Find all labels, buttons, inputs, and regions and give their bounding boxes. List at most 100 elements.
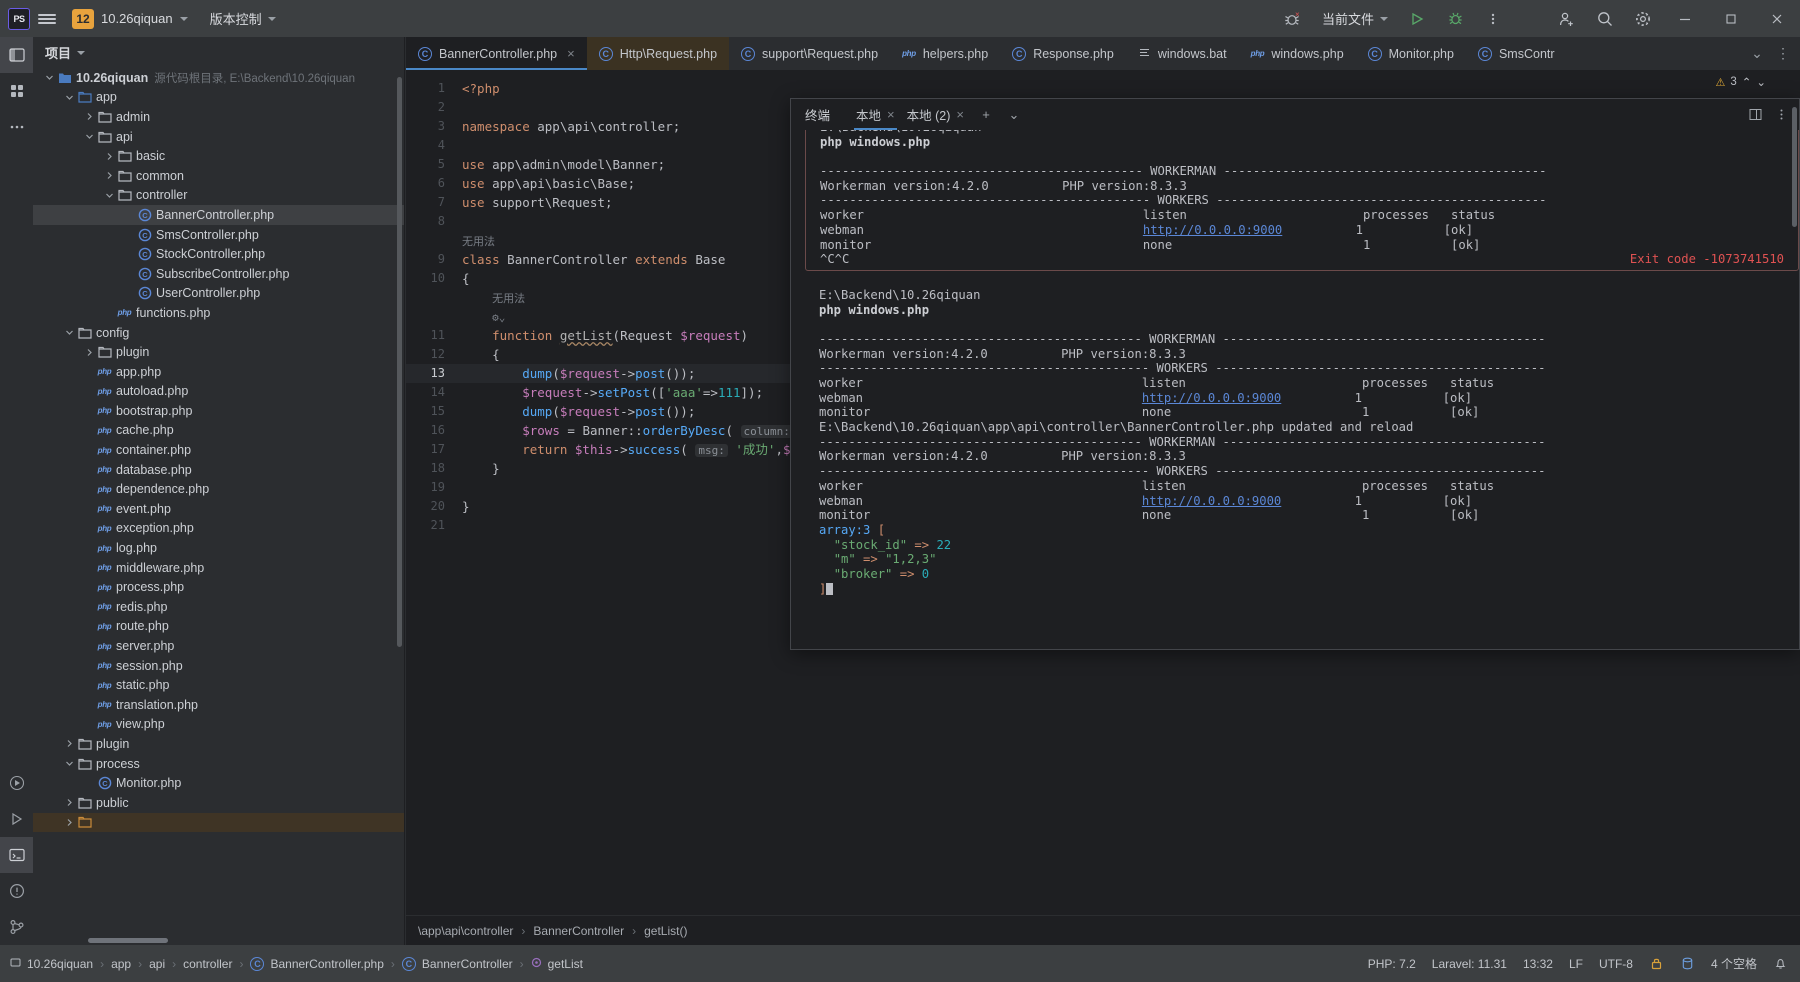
editor-tab-http-request-php[interactable]: C Http\Request.php [586, 37, 730, 70]
tree-item-database-php[interactable]: php database.php [33, 460, 404, 480]
tree-item-admin[interactable]: admin [33, 107, 404, 127]
indent-label[interactable]: 4 个空格 [1711, 955, 1757, 972]
minimize-icon[interactable] [1662, 0, 1708, 37]
terminal-output[interactable]: E:\Backend\10.26qiquanphp windows.php --… [791, 130, 1799, 649]
search-icon[interactable] [1586, 0, 1624, 37]
notification-icon[interactable] [1773, 956, 1788, 971]
chevron-right-icon[interactable] [103, 152, 116, 161]
chevron-down-icon[interactable]: ⌄ [1756, 75, 1766, 89]
read-only-icon[interactable] [1649, 956, 1664, 971]
terminal-scrollbar[interactable] [1792, 107, 1797, 227]
tree-item-server-php[interactable]: php server.php [33, 636, 404, 656]
gear-icon[interactable] [1624, 0, 1662, 37]
status-crumb-bannercontroller-php[interactable]: C BannerController.php [250, 956, 384, 971]
run-tool-icon[interactable] [0, 765, 33, 801]
terminal-link[interactable]: http://0.0.0.0:9000 [1143, 223, 1282, 237]
terminal-tool-icon[interactable] [0, 837, 33, 873]
tree-item-plugin[interactable]: plugin [33, 342, 404, 362]
terminal-tabs[interactable]: 本地 × 本地 (2) × [850, 99, 970, 130]
debug-icon[interactable] [1436, 0, 1474, 37]
terminal-link[interactable]: http://0.0.0.0:9000 [1142, 391, 1281, 405]
chevron-right-icon[interactable] [103, 171, 116, 180]
tree-item-api[interactable]: api [33, 127, 404, 147]
debug-tool-icon[interactable] [0, 801, 33, 837]
debug-error-icon[interactable]: × [1274, 0, 1312, 37]
status-crumb-app[interactable]: app [111, 957, 131, 971]
status-crumb-getlist[interactable]: getList [531, 957, 583, 971]
tree-item-process-php[interactable]: php process.php [33, 577, 404, 597]
tree-item-bootstrap-php[interactable]: php bootstrap.php [33, 401, 404, 421]
more-tools-icon[interactable] [0, 109, 33, 145]
tree-item-public[interactable]: public [33, 793, 404, 813]
add-user-icon[interactable] [1548, 0, 1586, 37]
split-panel-icon[interactable] [1743, 99, 1767, 130]
tree-item-dependence-php[interactable]: php dependence.php [33, 479, 404, 499]
git-tool-icon[interactable] [0, 909, 33, 945]
project-tree[interactable]: 10.26qiquan 源代码根目录, E:\Backend\10.26qiqua… [33, 68, 404, 945]
more-vertical-icon[interactable] [1769, 99, 1793, 130]
tree-item-event-php[interactable]: php event.php [33, 499, 404, 519]
chevron-right-icon[interactable] [63, 818, 76, 827]
file-encoding[interactable]: UTF-8 [1599, 957, 1633, 971]
tree-item-static-php[interactable]: php static.php [33, 675, 404, 695]
tree-item-plugin[interactable]: plugin [33, 734, 404, 754]
project-tree-scrollbar-vertical[interactable] [397, 77, 402, 647]
more-vertical-icon[interactable] [1474, 0, 1512, 37]
chevron-down-icon[interactable] [63, 759, 76, 768]
chevron-right-icon[interactable] [83, 112, 96, 121]
close-icon[interactable]: × [887, 107, 895, 122]
structure-tool-icon[interactable] [0, 73, 33, 109]
hamburger-menu-icon[interactable] [30, 0, 64, 37]
problems-tool-icon[interactable] [0, 873, 33, 909]
project-selector[interactable]: 12 10.26qiquan [72, 8, 188, 29]
status-crumb-10-26qiquan[interactable]: 10.26qiquan [10, 957, 93, 971]
tree-item-usercontroller-php[interactable]: C UserController.php [33, 284, 404, 304]
editor-tab-windows-php[interactable]: php windows.php [1239, 37, 1356, 70]
tree-item-session-php[interactable]: php session.php [33, 656, 404, 676]
tree-item-common[interactable]: common [33, 166, 404, 186]
tree-item-app[interactable]: app [33, 88, 404, 108]
inspection-widget[interactable]: ⚠ 3 ⌃ ⌄ [1715, 75, 1766, 89]
chevron-down-icon[interactable] [63, 328, 76, 337]
tree-item-container-php[interactable]: php container.php [33, 440, 404, 460]
line-separator[interactable]: LF [1569, 957, 1583, 971]
close-icon[interactable]: × [956, 107, 964, 122]
tree-item-route-php[interactable]: php route.php [33, 617, 404, 637]
database-icon[interactable] [1680, 956, 1695, 971]
chevron-right-icon[interactable] [63, 739, 76, 748]
tree-item-process[interactable]: process [33, 754, 404, 774]
breadcrumb-item[interactable]: BannerController [533, 924, 624, 938]
breadcrumb-item[interactable]: \app\api\controller [418, 924, 513, 938]
tree-item-middleware-php[interactable]: php middleware.php [33, 558, 404, 578]
vcs-menu[interactable]: 版本控制 [210, 9, 276, 28]
more-vertical-icon[interactable]: ⋮ [1770, 37, 1796, 70]
chevron-down-icon[interactable] [83, 132, 96, 141]
terminal-link[interactable]: http://0.0.0.0:9000 [1142, 494, 1281, 508]
tree-item-config[interactable]: config [33, 323, 404, 343]
editor-tab-smscontr[interactable]: C SmsContr [1466, 37, 1567, 70]
status-crumb-api[interactable]: api [149, 957, 165, 971]
run-configuration-selector[interactable]: 当前文件 [1312, 9, 1398, 28]
tree-item-redis-php[interactable]: php redis.php [33, 597, 404, 617]
tree-item-10-26qiquan[interactable]: 10.26qiquan 源代码根目录, E:\Backend\10.26qiqua… [33, 68, 404, 88]
editor-tab-monitor-php[interactable]: C Monitor.php [1356, 37, 1466, 70]
tree-item-monitor-php[interactable]: C Monitor.php [33, 773, 404, 793]
editor-tab-windows-bat[interactable]: windows.bat [1126, 37, 1239, 70]
chevron-up-icon[interactable]: ⌃ [1742, 75, 1752, 89]
editor-tab-bar[interactable]: C BannerController.php × C Http\Request.php C… [406, 37, 1800, 70]
tree-item[interactable] [33, 812, 404, 833]
chevron-down-icon[interactable] [63, 93, 76, 102]
editor-tab-support-request-php[interactable]: Csupport\Request.php [729, 37, 890, 70]
tree-item-autoload-php[interactable]: php autoload.php [33, 382, 404, 402]
tree-item-subscribecontroller-php[interactable]: C SubscribeController.php [33, 264, 404, 284]
maximize-icon[interactable] [1708, 0, 1754, 37]
breadcrumb-item[interactable]: getList() [644, 924, 687, 938]
tree-item-exception-php[interactable]: php exception.php [33, 519, 404, 539]
tree-item-translation-php[interactable]: php translation.php [33, 695, 404, 715]
tree-item-basic[interactable]: basic [33, 146, 404, 166]
project-tree-scrollbar-horizontal[interactable] [88, 938, 168, 943]
chevron-right-icon[interactable] [63, 798, 76, 807]
project-panel-header[interactable]: 项目 [33, 37, 404, 68]
close-icon[interactable]: × [567, 46, 575, 61]
run-icon[interactable] [1398, 0, 1436, 37]
